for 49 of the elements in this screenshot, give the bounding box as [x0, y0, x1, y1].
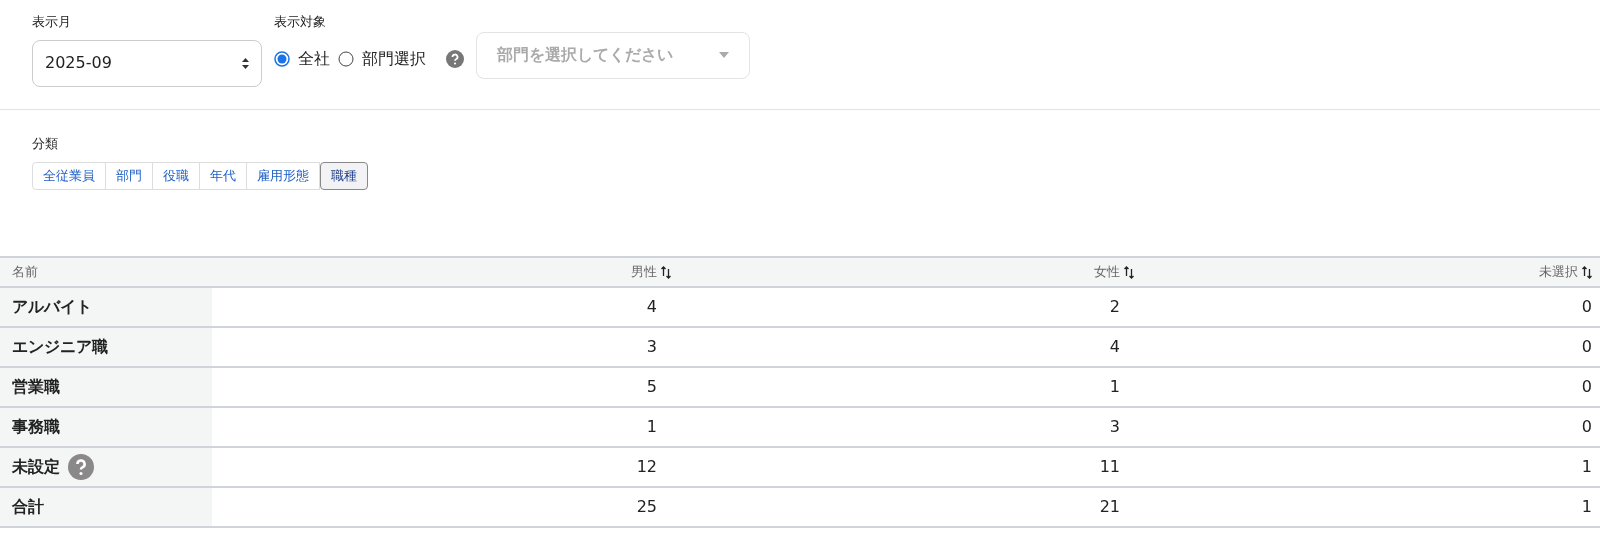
- radio-button[interactable]: [274, 51, 290, 67]
- radio-label[interactable]: 部門選択: [362, 47, 426, 71]
- column-header: 名前: [12, 264, 38, 280]
- table-cell-text: 3: [646, 336, 657, 358]
- table-cell-text: 12: [636, 456, 657, 478]
- table-cell-text: 1: [646, 416, 657, 438]
- help-icon[interactable]: [68, 454, 94, 480]
- category-tab[interactable]: 部門: [105, 161, 153, 190]
- table-cell-text: 11: [1099, 456, 1120, 478]
- table-cell-text: 1: [1581, 496, 1592, 518]
- radio-button[interactable]: [338, 51, 354, 67]
- category-tab[interactable]: 雇用形態: [246, 161, 320, 190]
- category-tab[interactable]: 職種: [320, 161, 368, 190]
- table-cell-text: 21: [1099, 496, 1120, 518]
- row-name: 事務職: [12, 416, 60, 438]
- column-header[interactable]: 女性: [1094, 262, 1134, 282]
- row-name: 合計: [12, 496, 44, 518]
- row-name: アルバイト: [12, 296, 92, 318]
- table-cell-text: 1: [1581, 456, 1592, 478]
- field-label: 分類: [32, 135, 59, 153]
- column-header[interactable]: 男性: [631, 262, 671, 282]
- table-cell-text: 0: [1581, 416, 1592, 438]
- month-select[interactable]: 2025-09: [32, 39, 262, 87]
- category-tab[interactable]: 年代: [199, 161, 247, 190]
- table-cell-text: 0: [1581, 376, 1592, 398]
- table-cell-text: 4: [1109, 336, 1120, 358]
- sort-icon: [1582, 265, 1592, 279]
- row-name: エンジニア職: [12, 336, 108, 358]
- row-name: 未設定: [12, 456, 60, 478]
- category-tab[interactable]: 全従業員: [32, 161, 106, 190]
- column-header[interactable]: 未選択: [1539, 262, 1592, 282]
- table-cell-text: 5: [646, 376, 657, 398]
- caret-icon: [719, 52, 729, 58]
- sort-icon: [1124, 265, 1134, 279]
- row-name: 営業職: [12, 376, 60, 398]
- category-tab[interactable]: 役職: [152, 161, 200, 190]
- table-cell-text: 25: [636, 496, 657, 518]
- help-icon[interactable]: [446, 50, 464, 68]
- table-cell-text: 1: [1109, 376, 1120, 398]
- table-cell-text: 2: [1109, 296, 1120, 318]
- radio-label[interactable]: 全社: [298, 47, 330, 71]
- table-cell-text: 0: [1581, 336, 1592, 358]
- field-label: 表示月: [32, 13, 72, 31]
- table-cell-text: 0: [1581, 296, 1592, 318]
- sort-icon: [661, 265, 671, 279]
- table-cell-text: 3: [1109, 416, 1120, 438]
- updown-icon: [242, 57, 249, 69]
- field-label: 表示対象: [274, 13, 327, 31]
- table-cell-text: 4: [646, 296, 657, 318]
